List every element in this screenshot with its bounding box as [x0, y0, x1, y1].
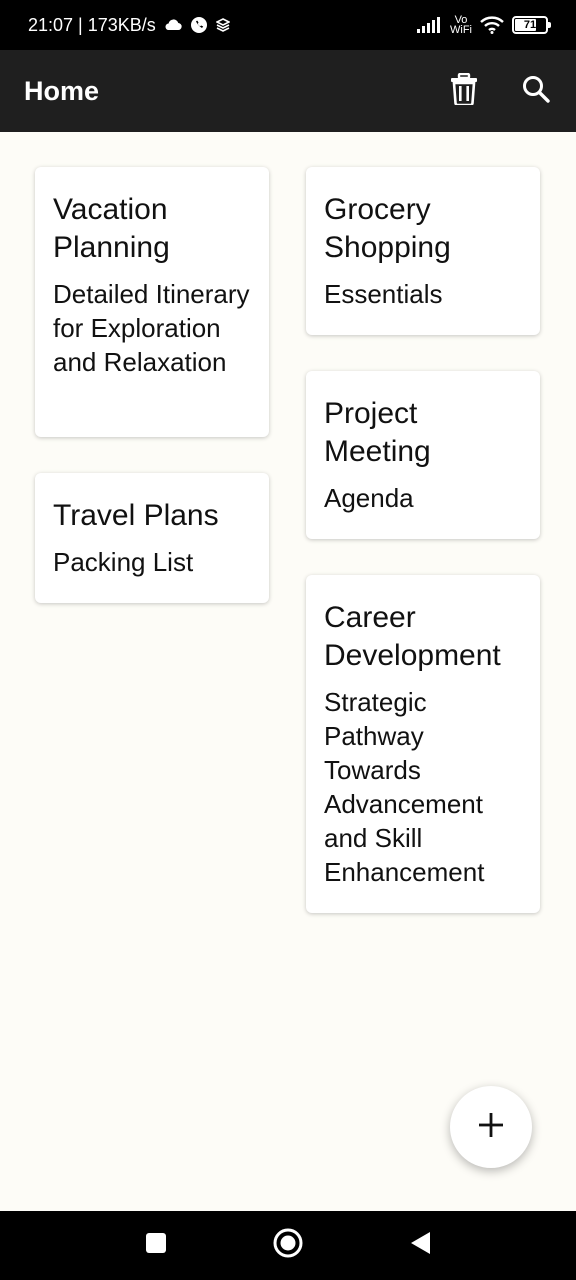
- search-button[interactable]: [520, 75, 552, 107]
- note-title: Vacation Planning: [53, 193, 170, 264]
- note-card-career-development[interactable]: Career Development Strategic Pathway Tow…: [306, 575, 540, 913]
- back-triangle-icon: [408, 1230, 432, 1261]
- note-body: Agenda: [324, 483, 414, 513]
- battery-level: 71: [523, 19, 537, 31]
- plus-icon: [478, 1112, 504, 1143]
- square-icon: [144, 1231, 168, 1260]
- nav-back-button[interactable]: [402, 1228, 438, 1264]
- note-title: Career Development: [324, 601, 501, 672]
- status-bar: 21:07 | 173KB/s Vo WiFi 71: [0, 0, 576, 50]
- layers-icon: [215, 18, 230, 32]
- note-title: Grocery Shopping: [324, 193, 451, 264]
- vowifi-indicator: Vo WiFi: [450, 15, 472, 36]
- status-time-speed: 21:07 | 173KB/s: [28, 14, 156, 35]
- note-body: Detailed Itinerary for Exploration and R…: [53, 279, 250, 377]
- note-title: Project Meeting: [324, 397, 431, 468]
- wifi-icon: [480, 16, 504, 34]
- signal-icon: [416, 17, 442, 33]
- app-actions: [448, 72, 552, 110]
- status-left: 21:07 | 173KB/s: [28, 15, 230, 36]
- delete-button[interactable]: [448, 72, 480, 110]
- system-nav-bar: [0, 1211, 576, 1280]
- vowifi-bottom: WiFi: [450, 24, 472, 36]
- search-icon: [522, 75, 550, 108]
- note-body: Strategic Pathway Towards Advancement an…: [324, 687, 485, 887]
- circle-icon: [272, 1227, 304, 1264]
- app-bar: Home: [0, 50, 576, 132]
- trash-icon: [451, 72, 477, 110]
- nav-recents-button[interactable]: [138, 1228, 174, 1264]
- note-card-grocery-shopping[interactable]: Grocery Shopping Essentials: [306, 167, 540, 335]
- page-title: Home: [24, 75, 100, 106]
- note-body: Essentials: [324, 279, 443, 309]
- status-right: Vo WiFi 71: [416, 15, 551, 36]
- cloud-icon: [164, 19, 182, 31]
- note-card-project-meeting[interactable]: Project Meeting Agenda: [306, 371, 540, 539]
- note-body: Packing List: [53, 547, 194, 577]
- note-card-vacation-planning[interactable]: Vacation Planning Detailed Itinerary for…: [35, 167, 269, 437]
- nav-home-button[interactable]: [270, 1228, 306, 1264]
- phone-call-icon: [190, 16, 208, 34]
- battery-icon: 71: [512, 16, 551, 34]
- note-card-travel-plans[interactable]: Travel Plans Packing List: [35, 473, 269, 603]
- add-note-button[interactable]: [450, 1086, 532, 1168]
- note-title: Travel Plans: [53, 499, 219, 532]
